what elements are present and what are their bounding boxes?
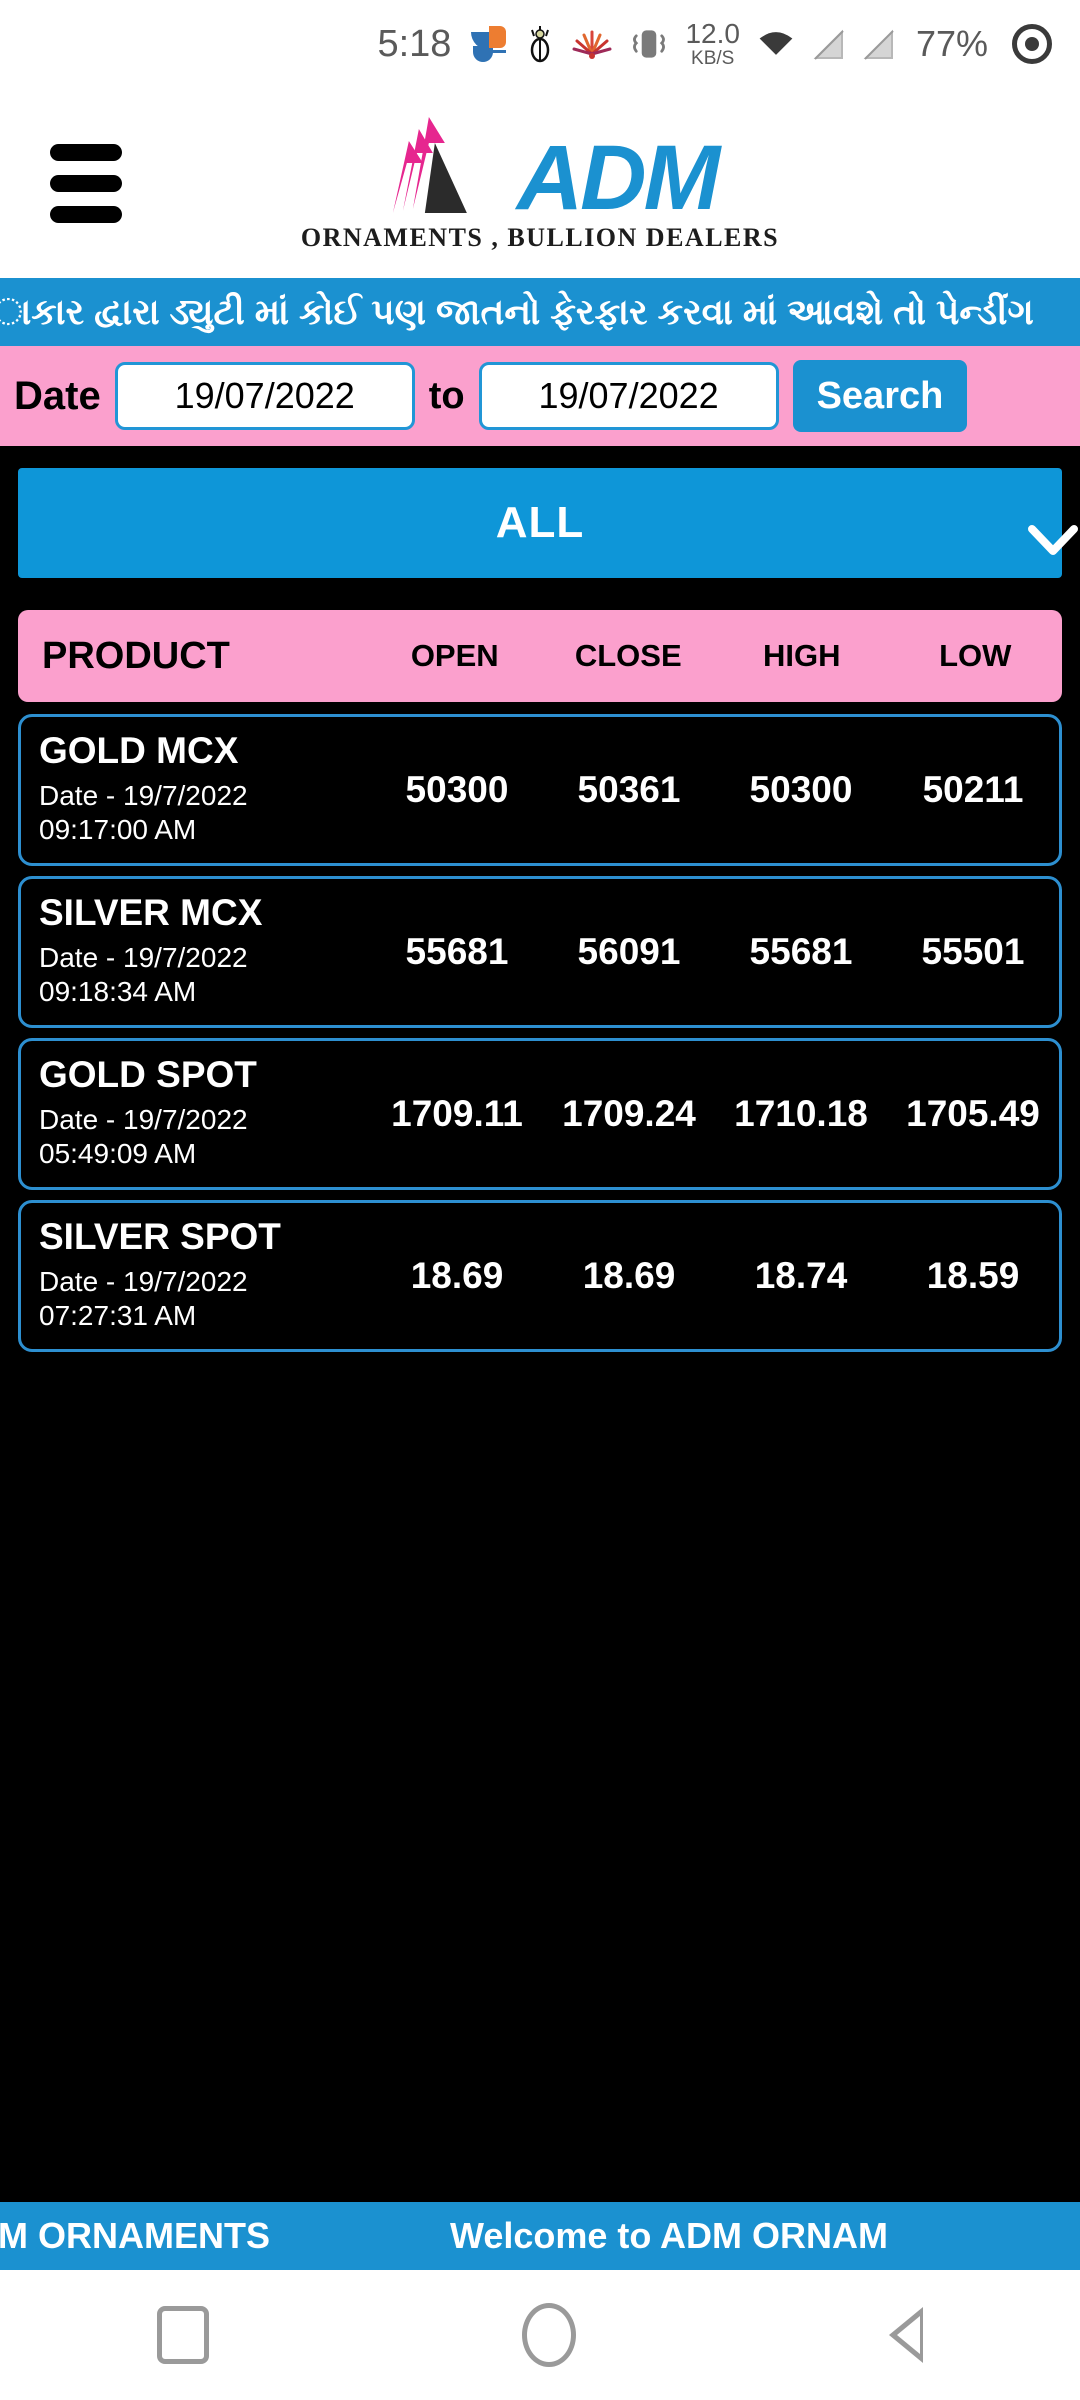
adm-triangle-mark-icon — [363, 113, 503, 217]
status-bar: 5:18 12.0 KB/S 77% — [0, 0, 1080, 88]
column-header-high: HIGH — [763, 638, 841, 673]
product-time: 07:27:31 AM — [39, 1300, 197, 1332]
sim-card-icon — [812, 24, 846, 64]
table-row[interactable]: GOLD SPOT Date - 19/7/2022 05:49:09 AM 1… — [18, 1038, 1062, 1190]
status-bar-clock: 5:18 — [377, 22, 452, 65]
logo-wordmark: ADM — [516, 126, 721, 229]
table-row[interactable]: GOLD MCX Date - 19/7/2022 09:17:00 AM 50… — [18, 714, 1062, 866]
hamburger-menu-icon[interactable] — [30, 138, 122, 228]
cell-low: 1705.49 — [906, 1093, 1040, 1134]
cell-high: 18.74 — [754, 1255, 848, 1296]
status-bar-icons: 12.0 KB/S 77% — [469, 20, 1052, 68]
column-header-product: PRODUCT — [42, 634, 230, 677]
sim-card-icon — [862, 24, 896, 64]
product-name: SILVER SPOT — [39, 1216, 281, 1258]
cell-close: 56091 — [577, 931, 681, 972]
product-date: Date - 19/7/2022 — [39, 1266, 248, 1298]
cell-close: 1709.24 — [562, 1093, 696, 1134]
column-header-close: CLOSE — [574, 638, 682, 673]
product-name: SILVER MCX — [39, 892, 263, 934]
cell-low: 18.59 — [926, 1255, 1020, 1296]
network-speed-unit: KB/S — [691, 48, 735, 69]
network-speed-indicator: 12.0 KB/S — [685, 18, 740, 69]
logo-row: ADM — [363, 113, 721, 229]
column-header-low: LOW — [939, 638, 1012, 673]
s-app-icon — [469, 24, 509, 64]
product-date: Date - 19/7/2022 — [39, 942, 248, 974]
logo-tagline: ORNAMENTS , BULLION DEALERS — [300, 223, 780, 252]
cell-open: 1709.11 — [391, 1093, 523, 1134]
recents-square-icon[interactable] — [156, 2306, 209, 2364]
table-row[interactable]: SILVER MCX Date - 19/7/2022 09:18:34 AM … — [18, 876, 1062, 1028]
sunburst-icon — [571, 24, 613, 64]
cell-low: 50211 — [922, 769, 1024, 810]
row-product-cell: SILVER MCX Date - 19/7/2022 09:18:34 AM — [21, 894, 371, 1009]
to-label: to — [428, 374, 465, 417]
bottom-marquee-right-text: Welcome to ADM ORNAM — [449, 2215, 888, 2256]
product-name: GOLD SPOT — [39, 1054, 257, 1096]
battery-percentage: 77% — [915, 23, 988, 64]
search-button[interactable]: Search — [792, 360, 968, 432]
cell-high: 50300 — [749, 769, 853, 810]
app-logo: ADM ORNAMENTS , BULLION DEALERS — [301, 113, 779, 253]
cell-close: 50361 — [577, 769, 681, 810]
main-content: ALL PRODUCT OPEN CLOSE HIGH LOW GOLD MCX… — [0, 446, 1080, 1352]
vibrate-icon — [629, 24, 669, 64]
table-row[interactable]: SILVER SPOT Date - 19/7/2022 07:27:31 AM… — [18, 1200, 1062, 1352]
date-label: Date — [14, 373, 101, 418]
cell-high: 1710.18 — [734, 1093, 868, 1134]
bottom-welcome-marquee: )M ORNAMENTS Welcome to ADM ORNAM — [0, 2202, 1080, 2270]
cell-open: 18.69 — [410, 1255, 504, 1296]
product-filter-value: ALL — [495, 498, 585, 547]
product-date: Date - 19/7/2022 — [39, 780, 248, 812]
product-time: 05:49:09 AM — [39, 1138, 197, 1170]
bottom-marquee-left-text: )M ORNAMENTS — [0, 2215, 270, 2256]
home-circle-icon[interactable] — [521, 2303, 576, 2367]
cell-close: 18.69 — [582, 1255, 676, 1296]
date-filter-bar: Date to Search — [0, 346, 1080, 446]
wifi-icon — [756, 24, 796, 64]
date-to-input[interactable] — [478, 362, 779, 430]
product-name: GOLD MCX — [39, 730, 239, 772]
product-date: Date - 19/7/2022 — [39, 1104, 248, 1136]
cell-open: 50300 — [405, 769, 509, 810]
cell-low: 55501 — [921, 931, 1025, 972]
battery-circle-icon — [1012, 24, 1052, 64]
top-announcement-marquee: ાકાર દ્વારા ડ્યુટી માં કોઈ પણ જાતનો ફેરફ… — [0, 278, 1080, 346]
top-marquee-text: ાકાર દ્વારા ડ્યુટી માં કોઈ પણ જાતનો ફેરફ… — [0, 290, 1034, 332]
row-product-cell: SILVER SPOT Date - 19/7/2022 07:27:31 AM — [21, 1218, 371, 1333]
column-header-open: OPEN — [410, 638, 499, 673]
app-header: ADM ORNAMENTS , BULLION DEALERS — [0, 88, 1080, 278]
product-time: 09:17:00 AM — [39, 814, 197, 846]
network-speed-value: 12.0 — [685, 18, 740, 49]
row-product-cell: GOLD MCX Date - 19/7/2022 09:17:00 AM — [21, 732, 371, 847]
product-filter-dropdown[interactable]: ALL — [18, 468, 1078, 578]
cell-high: 55681 — [749, 931, 853, 972]
cell-open: 55681 — [405, 931, 509, 972]
crown-icon — [525, 24, 555, 64]
row-product-cell: GOLD SPOT Date - 19/7/2022 05:49:09 AM — [21, 1056, 371, 1171]
table-header-row: PRODUCT OPEN CLOSE HIGH LOW — [18, 610, 1062, 702]
back-triangle-icon[interactable] — [889, 2307, 924, 2363]
date-from-input[interactable] — [114, 362, 415, 430]
product-time: 09:18:34 AM — [39, 976, 197, 1008]
android-navigation-bar — [0, 2270, 1080, 2400]
